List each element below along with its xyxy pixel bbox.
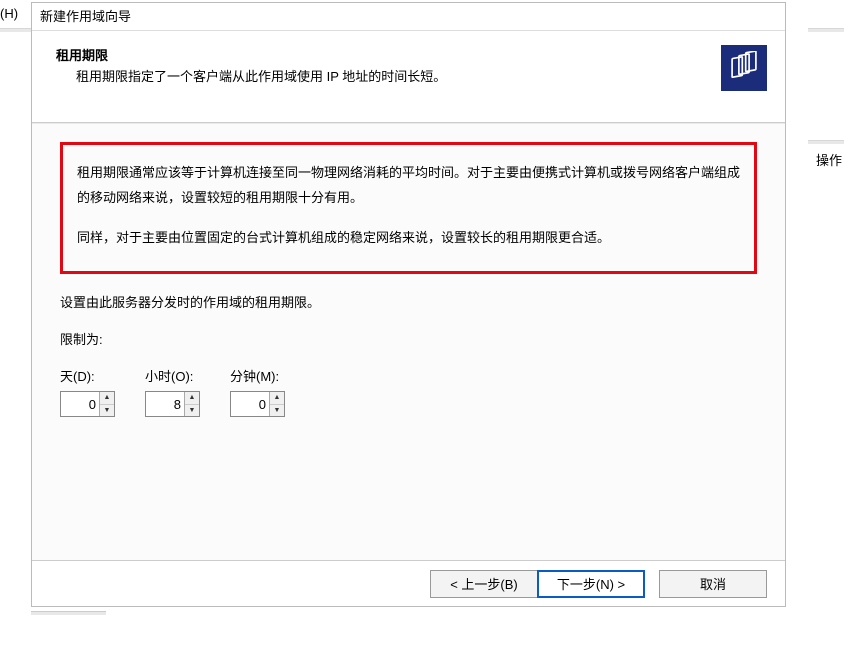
actions-panel-label: 操作: [816, 150, 842, 169]
back-button[interactable]: < 上一步(B): [430, 570, 538, 598]
info-line: 设置由此服务器分发时的作用域的租用期限。: [60, 292, 757, 311]
hours-label: 小时(O):: [145, 366, 200, 385]
days-spinner[interactable]: ▲ ▼: [60, 391, 115, 417]
header-desc: 租用期限指定了一个客户端从此作用域使用 IP 地址的时间长短。: [76, 66, 767, 85]
next-button[interactable]: 下一步(N) >: [537, 570, 645, 598]
minutes-label: 分钟(M):: [230, 366, 285, 385]
header-title: 租用期限: [56, 45, 767, 64]
minutes-spinner-group: 分钟(M): ▲ ▼: [230, 366, 285, 417]
days-label: 天(D):: [60, 366, 115, 385]
menu-help-label: (H): [0, 6, 18, 21]
days-spinner-group: 天(D): ▲ ▼: [60, 366, 115, 417]
wizard-title: 新建作用域向导: [32, 3, 785, 31]
hours-spinner-group: 小时(O): ▲ ▼: [145, 366, 200, 417]
minutes-spinner[interactable]: ▲ ▼: [230, 391, 285, 417]
highlight-paragraph-2: 同样，对于主要由位置固定的台式计算机组成的稳定网络来说，设置较长的租用期限更合适…: [77, 226, 740, 251]
wizard-footer: < 上一步(B) 下一步(N) > 取消: [32, 560, 785, 606]
bg-decoration: [31, 611, 106, 615]
days-up-button[interactable]: ▲: [100, 392, 114, 405]
cancel-button[interactable]: 取消: [659, 570, 767, 598]
limit-label: 限制为:: [60, 329, 757, 348]
minutes-up-button[interactable]: ▲: [270, 392, 284, 405]
highlight-info-box: 租用期限通常应该等于计算机连接至同一物理网络消耗的平均时间。对于主要由便携式计算…: [60, 142, 757, 274]
hours-down-button[interactable]: ▼: [185, 405, 199, 417]
wizard-dialog: 新建作用域向导 租用期限 租用期限指定了一个客户端从此作用域使用 IP 地址的时…: [31, 2, 786, 607]
bg-decoration: [0, 28, 31, 32]
hours-input[interactable]: [146, 392, 184, 416]
bg-decoration: [808, 28, 844, 32]
lease-spinner-row: 天(D): ▲ ▼ 小时(O): ▲: [60, 366, 757, 417]
hours-up-button[interactable]: ▲: [185, 392, 199, 405]
scope-icon: [721, 45, 767, 91]
hours-spinner[interactable]: ▲ ▼: [145, 391, 200, 417]
highlight-paragraph-1: 租用期限通常应该等于计算机连接至同一物理网络消耗的平均时间。对于主要由便携式计算…: [77, 161, 740, 210]
wizard-content: 租用期限通常应该等于计算机连接至同一物理网络消耗的平均时间。对于主要由便携式计算…: [32, 123, 785, 563]
minutes-input[interactable]: [231, 392, 269, 416]
wizard-header: 租用期限 租用期限指定了一个客户端从此作用域使用 IP 地址的时间长短。: [32, 31, 785, 123]
days-down-button[interactable]: ▼: [100, 405, 114, 417]
days-input[interactable]: [61, 392, 99, 416]
bg-decoration: [808, 140, 844, 144]
minutes-down-button[interactable]: ▼: [270, 405, 284, 417]
